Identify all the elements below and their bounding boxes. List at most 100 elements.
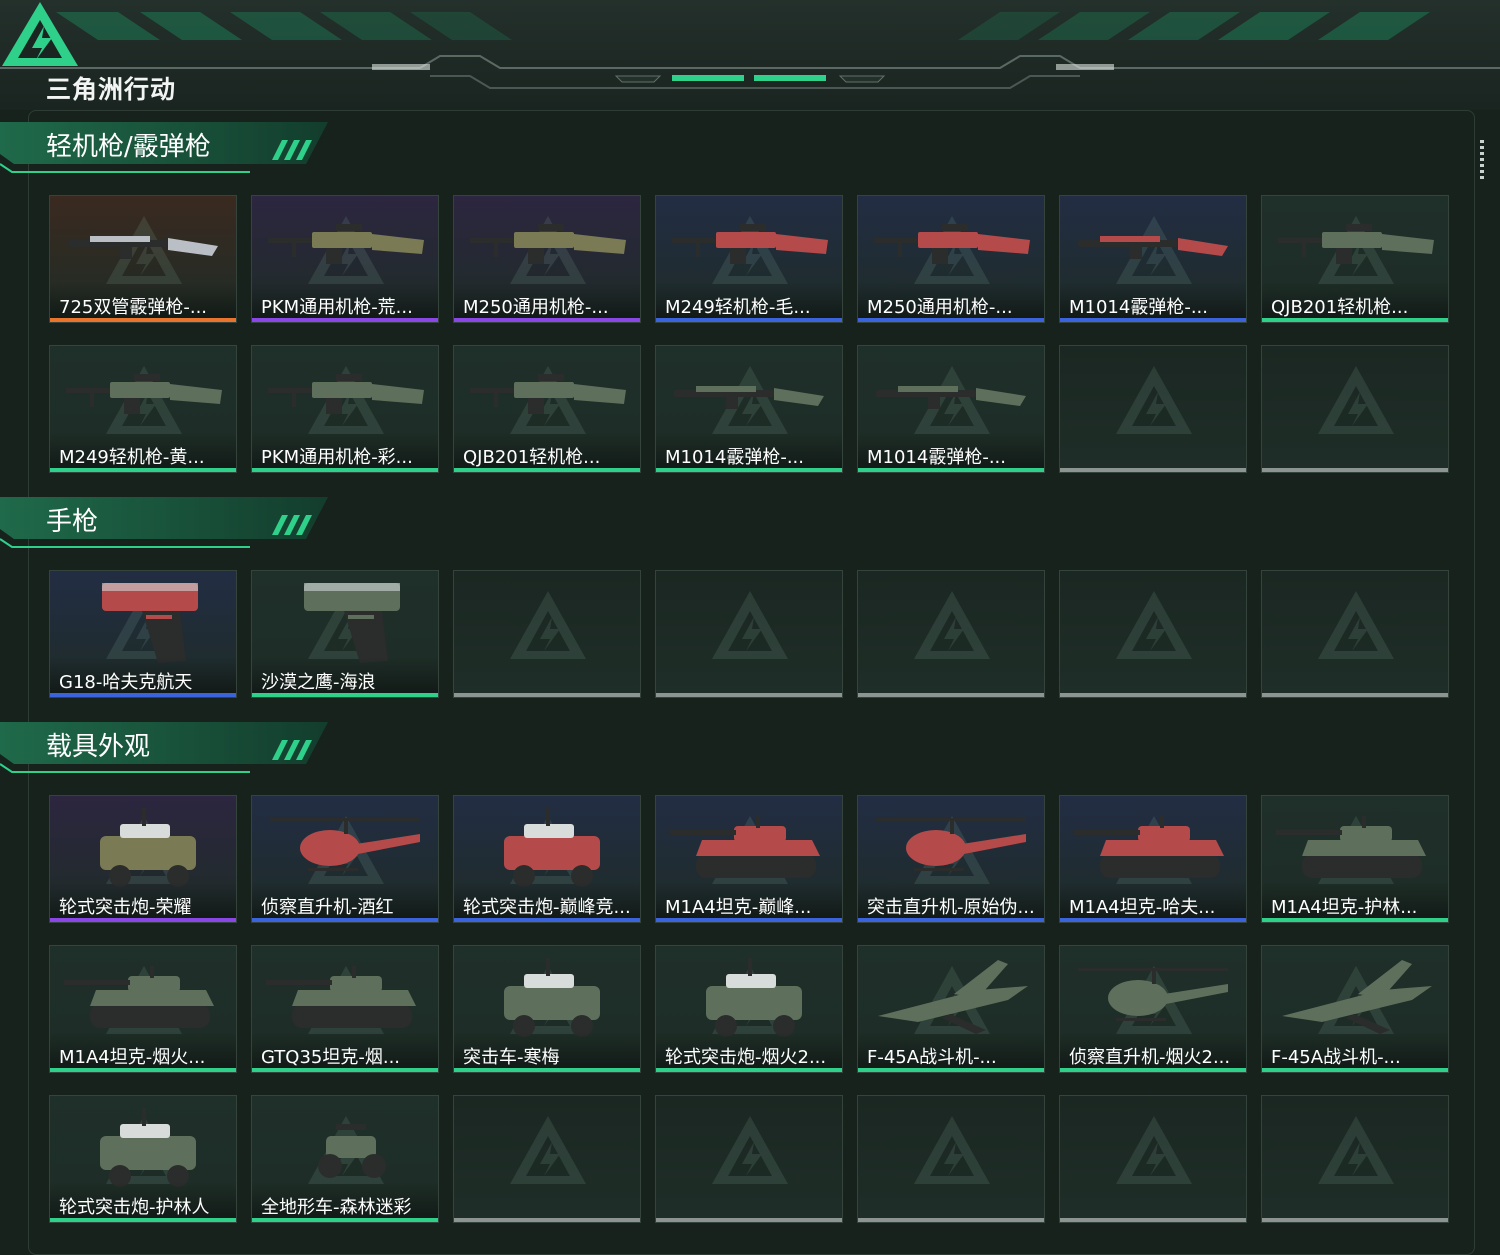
jet-icon [1282, 960, 1432, 1034]
rarity-bar [858, 918, 1044, 922]
item-card[interactable]: M1014霰弹枪-... [1059, 195, 1247, 323]
rarity-bar [1060, 468, 1246, 472]
item-name: M249轻机枪-黄... [59, 447, 205, 468]
item-card[interactable]: 725双管霰弹枪-... [49, 195, 237, 323]
item-name: QJB201轻机枪... [1271, 297, 1409, 318]
item-name: 沙漠之鹰-海浪 [261, 672, 376, 693]
item-name: 突击直升机-原始伪... [867, 897, 1035, 918]
machine-gun-icon [268, 224, 424, 264]
rarity-bar [252, 918, 438, 922]
item-card[interactable]: 侦察直升机-酒红 [251, 795, 439, 923]
item-name: M249轻机枪-毛... [665, 297, 811, 318]
rarity-bar [252, 693, 438, 697]
item-name: M250通用机枪-... [463, 297, 609, 318]
item-card[interactable]: 突击直升机-原始伪... [857, 795, 1045, 923]
rarity-bar [656, 318, 842, 322]
rarity-bar [656, 918, 842, 922]
atv-icon [318, 1124, 386, 1178]
item-name: M1A4坦克-护林... [1271, 897, 1418, 918]
jet-icon [878, 960, 1028, 1034]
item-name: 侦察直升机-烟火2... [1069, 1047, 1231, 1068]
item-card[interactable]: 轮式突击炮-烟火2... [655, 945, 843, 1073]
armored-car-icon [504, 808, 600, 887]
item-name: 轮式突击炮-巅峰竞... [463, 897, 631, 918]
item-card[interactable]: GTQ35坦克-烟... [251, 945, 439, 1073]
item-name: GTQ35坦克-烟... [261, 1047, 401, 1068]
empty-slot [1261, 570, 1449, 698]
machine-gun-icon [470, 224, 626, 264]
item-card[interactable]: 轮式突击炮-巅峰竞... [453, 795, 641, 923]
item-card[interactable]: 侦察直升机-烟火2... [1059, 945, 1247, 1073]
rarity-bar [252, 1218, 438, 1222]
item-card[interactable]: PKM通用机枪-荒... [251, 195, 439, 323]
empty-slot [655, 570, 843, 698]
tank-icon [1074, 816, 1224, 878]
item-card[interactable]: G18-哈夫克航天 [49, 570, 237, 698]
item-card[interactable]: 轮式突击炮-护林人 [49, 1095, 237, 1223]
item-name: M1A4坦克-巅峰... [665, 897, 812, 918]
item-card[interactable]: M1014霰弹枪-... [857, 345, 1045, 473]
item-name: 侦察直升机-酒红 [261, 897, 394, 918]
item-name: F-45A战斗机-... [1271, 1047, 1401, 1068]
shotgun-icon [674, 386, 824, 409]
item-card[interactable]: M1A4坦克-烟火... [49, 945, 237, 1073]
item-card[interactable]: PKM通用机枪-彩... [251, 345, 439, 473]
section-title: 轻机枪/霰弹枪 [46, 132, 211, 162]
section-title: 载具外观 [46, 732, 151, 762]
item-card[interactable]: M1014霰弹枪-... [655, 345, 843, 473]
item-name: M1014霰弹枪-... [867, 447, 1006, 468]
rarity-bar [656, 1068, 842, 1072]
item-card[interactable]: M250通用机枪-... [857, 195, 1045, 323]
rarity-bar [1262, 468, 1448, 472]
item-name: M1A4坦克-烟火... [59, 1047, 206, 1068]
shotgun-icon [876, 386, 1026, 409]
rarity-bar [1262, 318, 1448, 322]
item-card[interactable]: F-45A战斗机-... [1261, 945, 1449, 1073]
rarity-bar [1060, 1218, 1246, 1222]
rarity-bar [1262, 1068, 1448, 1072]
item-card[interactable]: M249轻机枪-黄... [49, 345, 237, 473]
item-name: M1014霰弹枪-... [665, 447, 804, 468]
item-card[interactable]: M249轻机枪-毛... [655, 195, 843, 323]
rarity-bar [50, 468, 236, 472]
item-name: PKM通用机枪-彩... [261, 447, 413, 468]
rarity-bar [454, 1218, 640, 1222]
rarity-bar [454, 693, 640, 697]
empty-slot [1261, 345, 1449, 473]
tank-icon [266, 966, 416, 1028]
item-card[interactable]: M1A4坦克-哈夫... [1059, 795, 1247, 923]
item-card[interactable]: M1A4坦克-护林... [1261, 795, 1449, 923]
empty-slot [453, 570, 641, 698]
item-card[interactable]: 轮式突击炮-荣耀 [49, 795, 237, 923]
empty-slot [857, 1095, 1045, 1223]
item-card[interactable]: 沙漠之鹰-海浪 [251, 570, 439, 698]
section-title: 手枪 [46, 507, 99, 537]
rarity-bar [454, 468, 640, 472]
item-name: 轮式突击炮-护林人 [59, 1197, 210, 1218]
item-name: M1A4坦克-哈夫... [1069, 897, 1216, 918]
item-card[interactable]: M1A4坦克-巅峰... [655, 795, 843, 923]
top-header: 三角洲行动 [0, 0, 1500, 110]
item-name: 725双管霰弹枪-... [59, 297, 208, 318]
empty-slot [655, 1095, 843, 1223]
rarity-bar [858, 1068, 1044, 1072]
rarity-bar [1060, 1068, 1246, 1072]
scroll-indicator[interactable] [1480, 140, 1484, 180]
item-name: PKM通用机枪-荒... [261, 297, 413, 318]
section-header: 轻机枪/霰弹枪 [0, 120, 340, 176]
app-logo-text: 三角洲行动 [46, 75, 177, 104]
item-card[interactable]: 全地形车-森林迷彩 [251, 1095, 439, 1223]
empty-slot [857, 570, 1045, 698]
item-card[interactable]: F-45A战斗机-... [857, 945, 1045, 1073]
item-name: 轮式突击炮-烟火2... [665, 1047, 827, 1068]
item-card[interactable]: M250通用机枪-... [453, 195, 641, 323]
machine-gun-icon [66, 374, 222, 414]
rarity-bar [1262, 1218, 1448, 1222]
rarity-bar [50, 918, 236, 922]
item-card[interactable]: 突击车-寒梅 [453, 945, 641, 1073]
rarity-bar [454, 918, 640, 922]
item-card[interactable]: QJB201轻机枪... [453, 345, 641, 473]
rarity-bar [1262, 918, 1448, 922]
item-card[interactable]: QJB201轻机枪... [1261, 195, 1449, 323]
item-name: M1014霰弹枪-... [1069, 297, 1208, 318]
